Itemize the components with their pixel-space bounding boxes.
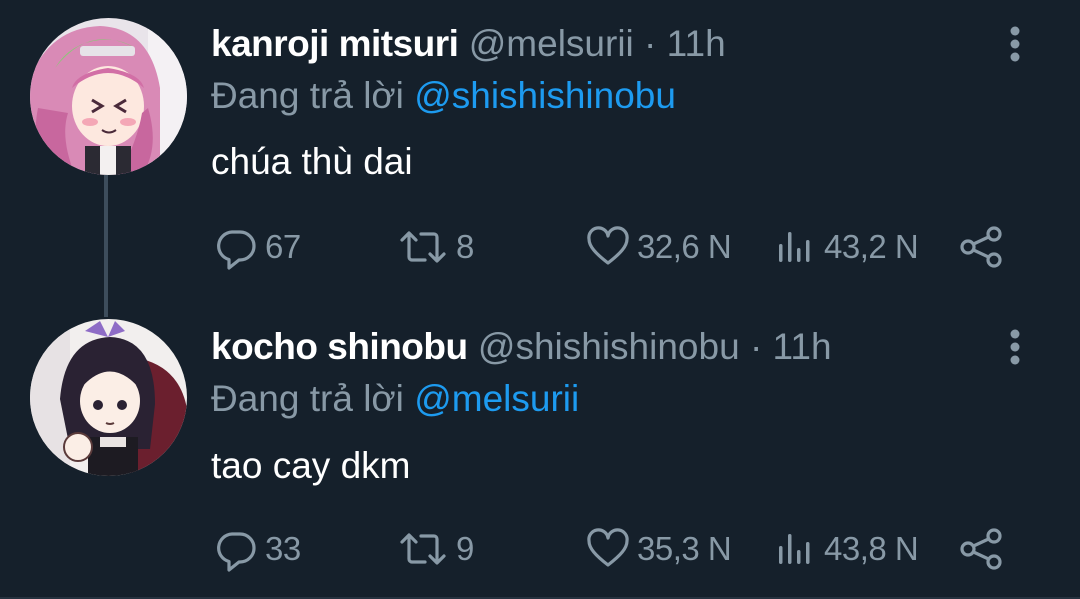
more-options-button[interactable]	[1005, 325, 1025, 369]
action-bar: 33 9 35,3 N 43,8 N	[0, 524, 1080, 574]
thread-view: kanroji mitsuri @melsurii · 11h Đang trả…	[0, 0, 1080, 599]
more-vertical-icon	[1010, 329, 1020, 365]
avatar[interactable]	[30, 18, 187, 175]
views-icon	[779, 534, 810, 564]
reply-icon	[217, 230, 256, 270]
replying-to: Đang trả lời @shishishinobu	[211, 74, 676, 118]
share-icon	[960, 226, 1002, 268]
timestamp[interactable]: 11h	[773, 326, 832, 367]
views-count: 43,2 N	[824, 228, 919, 265]
retweet-count: 8	[456, 228, 474, 265]
views-count: 43,8 N	[824, 530, 919, 567]
user-handle[interactable]: @shishishinobu	[478, 326, 740, 367]
retweet-icon	[400, 533, 446, 565]
retweet-count: 9	[456, 530, 474, 567]
tweet-header: kocho shinobu @shishishinobu · 11h	[211, 325, 832, 369]
retweet-button[interactable]: 8	[396, 222, 474, 272]
retweet-icon	[400, 231, 446, 263]
reply-count: 67	[265, 228, 301, 265]
heart-icon	[587, 528, 629, 567]
avatar-image-kocho	[30, 319, 187, 476]
like-button[interactable]: 32,6 N	[585, 222, 732, 272]
retweet-button[interactable]: 9	[396, 524, 474, 574]
replying-to: Đang trả lời @melsurii	[211, 377, 579, 421]
reply-button[interactable]: 67	[213, 222, 301, 272]
avatar-image-kanroji	[30, 18, 187, 175]
mention-link[interactable]: @shishishinobu	[414, 75, 676, 116]
like-count: 35,3 N	[637, 530, 732, 567]
views-icon	[779, 232, 810, 262]
share-icon	[960, 528, 1002, 570]
timestamp[interactable]: 11h	[667, 23, 726, 64]
action-bar: 67 8 32,6 N 43,2 N	[0, 222, 1080, 272]
views-button[interactable]: 43,8 N	[776, 524, 919, 574]
heart-icon	[587, 226, 629, 265]
mention-link[interactable]: @melsurii	[414, 378, 579, 419]
more-options-button[interactable]	[1005, 22, 1025, 66]
tweet-header: kanroji mitsuri @melsurii · 11h	[211, 22, 726, 66]
separator-dot: ·	[644, 23, 657, 64]
display-name[interactable]: kocho shinobu	[211, 326, 468, 367]
views-button[interactable]: 43,2 N	[776, 222, 919, 272]
user-handle[interactable]: @melsurii	[469, 23, 634, 64]
tweet-text: chúa thù dai	[211, 141, 413, 182]
reply-count: 33	[265, 530, 301, 567]
reply-icon	[217, 532, 256, 572]
separator-dot: ·	[749, 326, 763, 367]
replying-to-label: Đang trả lời	[211, 75, 404, 116]
share-button[interactable]	[958, 222, 1006, 272]
share-button[interactable]	[958, 524, 1006, 574]
reply-button[interactable]: 33	[213, 524, 301, 574]
like-button[interactable]: 35,3 N	[585, 524, 732, 574]
like-count: 32,6 N	[637, 228, 732, 265]
replying-to-label: Đang trả lời	[211, 378, 404, 419]
avatar[interactable]	[30, 319, 187, 476]
display-name[interactable]: kanroji mitsuri	[211, 23, 459, 64]
tweet-text: tao cay dkm	[211, 445, 411, 486]
more-vertical-icon	[1010, 26, 1020, 62]
